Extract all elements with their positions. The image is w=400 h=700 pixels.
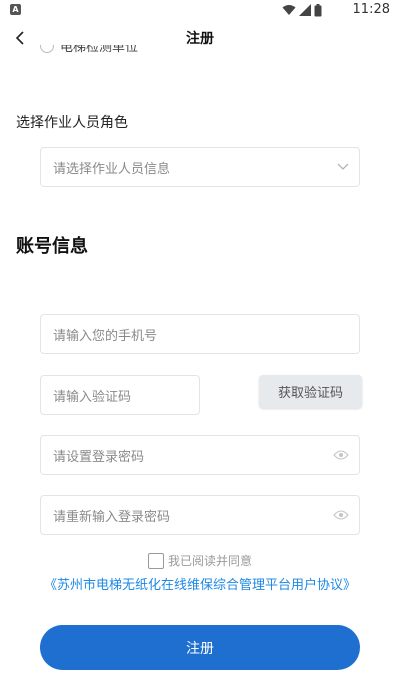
confirm-password-placeholder: 请重新输入登录密码 <box>53 509 171 525</box>
verification-code-placeholder: 请输入验证码 <box>53 389 132 405</box>
notification-icon: A <box>10 4 21 15</box>
status-time: 11:28 <box>352 2 390 17</box>
role-label: 选择作业人员角色 <box>16 115 128 131</box>
chevron-down-icon <box>337 163 349 170</box>
get-code-button[interactable]: 获取验证码 <box>259 375 362 408</box>
section-title-account: 账号信息 <box>16 236 88 257</box>
agreement-row: 我已阅读并同意 <box>0 552 400 569</box>
user-agreement-link[interactable]: 《苏州市电梯无纸化在线维保综合管理平台用户协议》 <box>0 574 400 593</box>
agreement-checkbox[interactable] <box>147 552 164 569</box>
password-input-placeholder: 请设置登录密码 <box>53 449 145 465</box>
eye-icon <box>333 450 349 460</box>
password-visibility-toggle[interactable] <box>333 436 349 474</box>
verification-code-input[interactable]: 请输入验证码 <box>40 375 200 415</box>
agreement-checkbox-label: 我已阅读并同意 <box>167 554 252 568</box>
clipped-option-row: 电梯检测单位 <box>40 45 240 61</box>
option-radio[interactable] <box>40 45 54 53</box>
option-label: 电梯检测单位 <box>60 45 139 55</box>
role-select-placeholder: 请选择作业人员信息 <box>53 161 171 177</box>
signal-icon <box>299 4 311 16</box>
eye-icon <box>333 510 349 520</box>
wifi-icon <box>282 5 296 15</box>
battery-icon <box>314 3 322 16</box>
status-bar: A 11:28 <box>0 0 400 20</box>
confirm-password-input[interactable]: 请重新输入登录密码 <box>40 495 360 535</box>
register-button[interactable]: 注册 <box>40 625 360 670</box>
confirm-password-visibility-toggle[interactable] <box>333 496 349 534</box>
role-select[interactable]: 请选择作业人员信息 <box>40 147 360 187</box>
status-icons <box>282 3 322 17</box>
phone-input[interactable]: 请输入您的手机号 <box>40 314 360 354</box>
password-input[interactable]: 请设置登录密码 <box>40 435 360 475</box>
phone-input-placeholder: 请输入您的手机号 <box>53 328 158 344</box>
